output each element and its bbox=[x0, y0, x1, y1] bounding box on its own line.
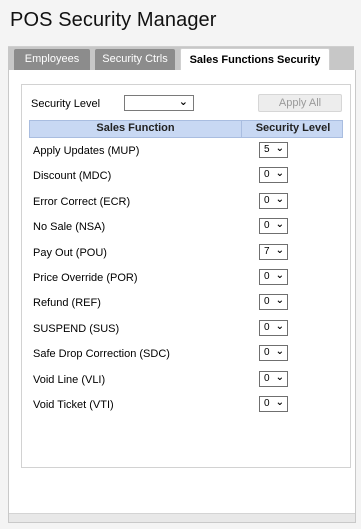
table-row: Safe Drop Correction (SDC) 0 ⌄ bbox=[29, 341, 343, 366]
table-row: Void Ticket (VTI) 0 ⌄ bbox=[29, 392, 343, 417]
chevron-down-icon: ⌄ bbox=[275, 193, 284, 205]
security-level-dropdown[interactable]: 0 ⌄ bbox=[259, 167, 288, 184]
tab-bar: Employees Security Ctrls Sales Functions… bbox=[8, 46, 354, 72]
grid-body: Apply Updates (MUP) 5 ⌄ Discount (MDC) 0 ⌄ Err… bbox=[29, 138, 343, 417]
security-level-dropdown[interactable]: 0 ⌄ bbox=[259, 370, 288, 387]
sales-function-name: SUSPEND (SUS) bbox=[33, 322, 120, 335]
security-level-select[interactable]: ⌄ bbox=[124, 95, 194, 111]
sales-function-grid: Sales Function Security Level Apply Upda… bbox=[29, 120, 343, 417]
sales-function-name: Apply Updates (MUP) bbox=[33, 145, 140, 157]
security-level-value: 0 bbox=[264, 220, 270, 232]
security-level-value: 0 bbox=[264, 194, 270, 206]
table-row: Pay Out (POU) 7 ⌄ bbox=[29, 240, 343, 265]
chevron-down-icon: ⌄ bbox=[275, 143, 284, 154]
security-level-dropdown[interactable]: 0 ⌄ bbox=[259, 319, 288, 336]
sales-function-name: Void Ticket (VTI) bbox=[33, 398, 114, 411]
sales-function-name: Discount (MDC) bbox=[33, 170, 112, 183]
table-row: Discount (MDC) 0 ⌄ bbox=[29, 163, 343, 188]
security-level-value: 0 bbox=[264, 296, 270, 308]
security-level-value: 0 bbox=[264, 397, 270, 409]
security-level-dropdown[interactable]: 0 ⌄ bbox=[259, 218, 288, 235]
sales-function-name: Void Line (VLI) bbox=[33, 373, 106, 386]
security-level-dropdown[interactable]: 0 ⌄ bbox=[259, 268, 288, 285]
tab-security-ctrls[interactable]: Security Ctrls bbox=[95, 49, 175, 70]
chevron-down-icon: ⌄ bbox=[275, 244, 284, 256]
table-row: SUSPEND (SUS) 0 ⌄ bbox=[29, 316, 343, 341]
chevron-down-icon: ⌄ bbox=[275, 295, 284, 307]
tab-panel: Security Level ⌄ Apply All Sales Functio… bbox=[8, 70, 356, 523]
sales-security-form: Security Level ⌄ Apply All Sales Functio… bbox=[21, 84, 351, 468]
table-row: No Sale (NSA) 0 ⌄ bbox=[29, 214, 343, 239]
chevron-down-icon: ⌄ bbox=[275, 168, 284, 180]
chevron-down-icon: ⌄ bbox=[178, 96, 188, 108]
security-level-value: 0 bbox=[264, 270, 270, 282]
chevron-down-icon: ⌄ bbox=[275, 269, 284, 281]
security-level-value: 0 bbox=[264, 347, 270, 359]
security-level-dropdown[interactable]: 0 ⌄ bbox=[259, 294, 288, 311]
sales-function-name: Error Correct (ECR) bbox=[33, 195, 131, 208]
security-level-value: 7 bbox=[264, 245, 270, 257]
sales-function-name: Price Override (POR) bbox=[33, 271, 138, 284]
chevron-down-icon: ⌄ bbox=[275, 219, 284, 231]
chevron-down-icon: ⌄ bbox=[275, 396, 284, 408]
table-row: Void Line (VLI) 0 ⌄ bbox=[29, 367, 343, 392]
column-header-sales-function: Sales Function bbox=[96, 122, 175, 134]
security-level-dropdown[interactable]: 0 ⌄ bbox=[259, 395, 288, 412]
table-row: Apply Updates (MUP) 5 ⌄ bbox=[29, 138, 343, 163]
security-level-dropdown[interactable]: 0 ⌄ bbox=[259, 345, 288, 362]
security-level-dropdown[interactable]: 5 ⌄ bbox=[259, 142, 288, 158]
sales-function-name: Safe Drop Correction (SDC) bbox=[33, 348, 170, 361]
table-row: Refund (REF) 0 ⌄ bbox=[29, 290, 343, 315]
security-level-filter: Security Level ⌄ Apply All bbox=[22, 94, 350, 113]
security-level-dropdown[interactable]: 0 ⌄ bbox=[259, 192, 288, 209]
chevron-down-icon: ⌄ bbox=[275, 346, 284, 358]
chevron-down-icon: ⌄ bbox=[275, 371, 284, 383]
apply-all-button[interactable]: Apply All bbox=[258, 94, 342, 112]
app-title: POS Security Manager bbox=[10, 9, 217, 31]
sales-function-name: No Sale (NSA) bbox=[33, 221, 106, 234]
security-level-value: 0 bbox=[264, 321, 270, 333]
tab-employees[interactable]: Employees bbox=[14, 49, 90, 70]
table-row: Price Override (POR) 0 ⌄ bbox=[29, 265, 343, 290]
security-level-value: 0 bbox=[264, 372, 270, 384]
security-level-label: Security Level bbox=[31, 98, 101, 110]
sales-function-name: Refund (REF) bbox=[33, 297, 101, 310]
security-level-value: 0 bbox=[264, 169, 270, 181]
table-row: Error Correct (ECR) 0 ⌄ bbox=[29, 189, 343, 214]
tab-sales-functions-security[interactable]: Sales Functions Security bbox=[180, 48, 330, 72]
security-level-value: 5 bbox=[264, 144, 270, 155]
column-header-security-level: Security Level bbox=[255, 122, 331, 134]
security-level-dropdown[interactable]: 7 ⌄ bbox=[259, 243, 288, 260]
sales-function-name: Pay Out (POU) bbox=[33, 246, 107, 259]
grid-header: Sales Function Security Level bbox=[29, 120, 343, 138]
chevron-down-icon: ⌄ bbox=[275, 320, 284, 332]
